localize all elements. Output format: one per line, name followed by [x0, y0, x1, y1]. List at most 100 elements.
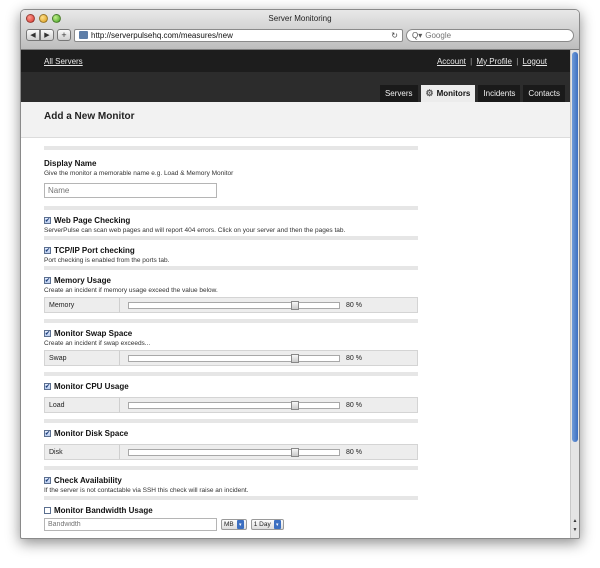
display-name-desc: Give the monitor a memorable name e.g. L…: [44, 170, 234, 177]
forward-button[interactable]: ▶: [40, 29, 54, 41]
vertical-scrollbar[interactable]: ▲ ▼: [570, 50, 579, 538]
search-field[interactable]: Q▾: [406, 28, 574, 42]
cpu-slider[interactable]: [128, 400, 340, 410]
scroll-up-arrow-icon[interactable]: ▲: [571, 518, 579, 526]
web-page-desc: ServerPulse can scan web pages and will …: [44, 227, 346, 234]
swap-header: ✔ Monitor Swap Space: [44, 329, 418, 338]
memory-title: Memory Usage: [54, 276, 111, 285]
tab-servers[interactable]: Servers: [379, 85, 418, 102]
browser-window: Server Monitoring ◀ ▶ + http://serverpul…: [20, 9, 580, 539]
disk-section: ✔ Monitor Disk Space Disk 80 %: [44, 423, 418, 462]
browser-toolbar: ◀ ▶ + http://serverpulsehq.com/measures/…: [26, 28, 574, 42]
swap-slider[interactable]: [128, 353, 340, 363]
disk-title: Monitor Disk Space: [54, 429, 129, 438]
web-page-checkbox[interactable]: ✔: [44, 217, 51, 224]
memory-slider[interactable]: [128, 300, 340, 310]
window-title: Server Monitoring: [268, 14, 332, 23]
disk-checkbox[interactable]: ✔: [44, 430, 51, 437]
tab-label: Monitors: [436, 89, 471, 98]
separator: |: [516, 56, 519, 66]
tab-contacts[interactable]: Contacts: [523, 85, 565, 102]
cpu-section: ✔ Monitor CPU Usage Load 80 %: [44, 376, 418, 415]
swap-value: 80 %: [346, 354, 362, 362]
bandwidth-title: Monitor Bandwidth Usage: [54, 506, 153, 515]
cpu-value: 80 %: [346, 401, 362, 409]
tab-incidents[interactable]: Incidents: [478, 85, 521, 102]
bandwidth-section: Monitor Bandwidth Usage MB▾ 1 Day▾: [44, 500, 418, 533]
monitor-form: Display Name Give the monitor a memorabl…: [21, 138, 418, 533]
bandwidth-period-select[interactable]: 1 Day ▾: [250, 519, 284, 530]
availability-checkbox[interactable]: ✔: [44, 477, 51, 484]
tab-label: Contacts: [528, 89, 560, 98]
swap-slider-label: Swap: [45, 351, 120, 365]
account-link[interactable]: Account: [437, 57, 466, 66]
swap-slider-row: Swap 80 %: [44, 350, 418, 366]
separator: |: [470, 56, 473, 66]
tcp-ip-section: ✔ TCP/IP Port checking Port checking is e…: [44, 240, 418, 266]
slider-thumb[interactable]: [291, 300, 299, 310]
display-name-section: Display Name Give the monitor a memorabl…: [44, 150, 418, 200]
slider-thumb[interactable]: [291, 353, 299, 363]
disk-slider-label: Disk: [45, 445, 120, 459]
favicon-icon: [79, 31, 88, 39]
web-page-title: Web Page Checking: [54, 216, 131, 225]
page-content: All Servers Account | My Profile | Logou…: [21, 50, 570, 538]
slider-thumb[interactable]: [291, 447, 299, 457]
availability-section: ✔ Check Availability If the server is not…: [44, 470, 418, 496]
disk-slider[interactable]: [128, 447, 340, 457]
scrollbar-thumb[interactable]: [572, 52, 578, 442]
disk-header: ✔ Monitor Disk Space: [44, 429, 418, 438]
web-page-header: ✔ Web Page Checking: [44, 216, 418, 225]
tab-monitors[interactable]: ⚙ Monitors: [420, 85, 476, 102]
search-icon: Q▾: [412, 30, 423, 40]
page-title: Add a New Monitor: [44, 111, 135, 122]
scroll-down-arrow-icon[interactable]: ▼: [571, 527, 579, 535]
reload-icon[interactable]: ↻: [391, 31, 398, 40]
memory-desc: Create an incident if memory usage excee…: [44, 287, 218, 294]
tcp-ip-checkbox[interactable]: ✔: [44, 247, 51, 254]
memory-header: ✔ Memory Usage: [44, 276, 418, 285]
chevron-down-icon: ▾: [236, 520, 244, 529]
back-button[interactable]: ◀: [26, 29, 40, 41]
bandwidth-checkbox[interactable]: [44, 507, 51, 514]
logout-link[interactable]: Logout: [523, 57, 547, 66]
page-header: Add a New Monitor: [21, 102, 570, 138]
chevron-down-icon: ▾: [273, 520, 281, 529]
slider-thumb[interactable]: [291, 400, 299, 410]
memory-slider-label: Memory: [45, 298, 120, 312]
web-page-section: ✔ Web Page Checking ServerPulse can scan …: [44, 210, 418, 236]
all-servers-link[interactable]: All Servers: [44, 57, 83, 66]
title-bar: Server Monitoring ◀ ▶ + http://serverpul…: [21, 10, 579, 50]
swap-checkbox[interactable]: ✔: [44, 330, 51, 337]
memory-checkbox[interactable]: ✔: [44, 277, 51, 284]
plus-icon: +: [61, 30, 67, 40]
swap-section: ✔ Monitor Swap Space Create an incident i…: [44, 323, 418, 368]
disk-slider-row: Disk 80 %: [44, 444, 418, 460]
display-name-title: Display Name: [44, 159, 97, 168]
bandwidth-header: Monitor Bandwidth Usage: [44, 506, 418, 515]
bandwidth-unit-select[interactable]: MB ▾: [221, 519, 247, 530]
my-profile-link[interactable]: My Profile: [476, 57, 512, 66]
cpu-slider-label: Load: [45, 398, 120, 412]
memory-slider-row: Memory 80 %: [44, 297, 418, 313]
cpu-header: ✔ Monitor CPU Usage: [44, 382, 418, 391]
account-bar: All Servers Account | My Profile | Logou…: [21, 50, 570, 72]
address-bar[interactable]: http://serverpulsehq.com/measures/new ↻: [74, 28, 403, 42]
search-input[interactable]: [425, 30, 556, 40]
name-input[interactable]: [44, 183, 217, 198]
bandwidth-input[interactable]: [44, 518, 217, 531]
tcp-ip-desc: Port checking is enabled from the ports …: [44, 257, 170, 264]
availability-desc: If the server is not contactable via SSH…: [44, 487, 249, 494]
back-arrow-icon: ◀: [30, 32, 36, 39]
main-tabs: Servers ⚙ Monitors Incidents Contacts: [21, 72, 570, 102]
cpu-checkbox[interactable]: ✔: [44, 383, 51, 390]
cpu-slider-row: Load 80 %: [44, 397, 418, 413]
forward-arrow-icon: ▶: [44, 32, 50, 39]
add-bookmark-button[interactable]: +: [57, 29, 71, 41]
memory-section: ✔ Memory Usage Create an incident if memo…: [44, 270, 418, 315]
tab-label: Incidents: [483, 89, 516, 98]
select-value: MB: [224, 521, 234, 528]
tab-label: Servers: [384, 89, 413, 98]
swap-desc: Create an incident if swap exceeds...: [44, 340, 151, 347]
tcp-ip-title: TCP/IP Port checking: [54, 246, 135, 255]
